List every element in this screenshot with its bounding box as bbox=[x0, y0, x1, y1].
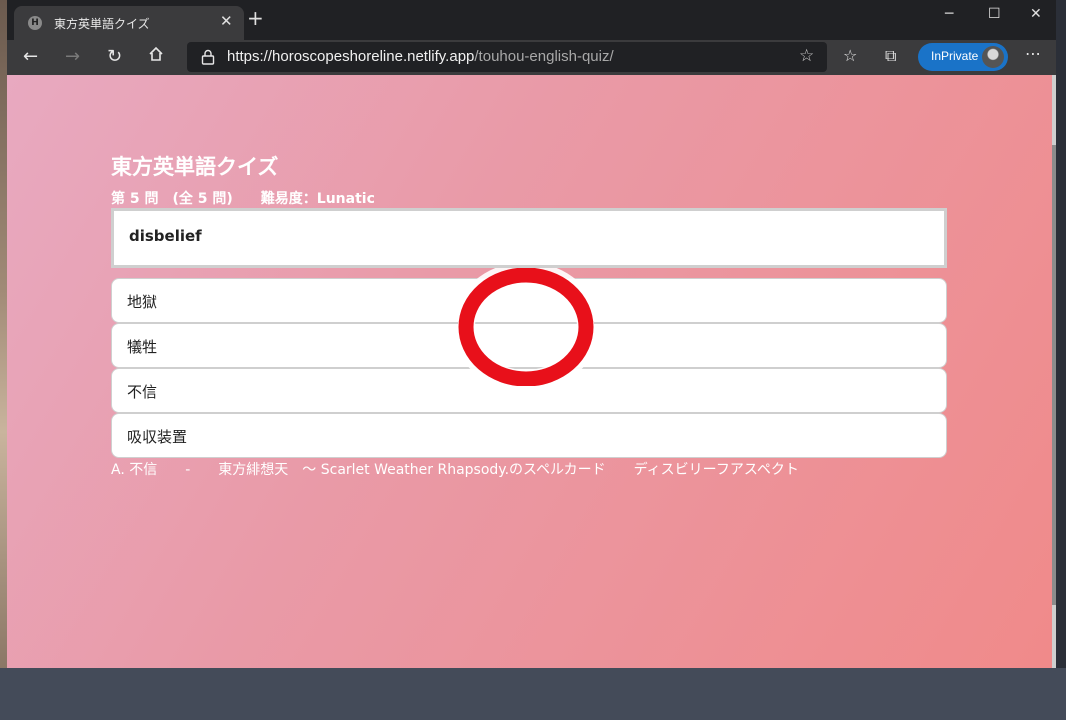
choice-label: 吸収装置 bbox=[127, 428, 188, 446]
title-bar: H 東方英単語クイズ ✕ + ─ ☐ ✕ bbox=[7, 0, 1056, 40]
question-word-box: disbelief bbox=[111, 208, 947, 268]
forward-icon[interactable]: → bbox=[65, 46, 80, 68]
home-icon[interactable] bbox=[147, 45, 165, 69]
answer-explanation: A. 不信 - 東方緋想天 ～ Scarlet Weather Rhapsody… bbox=[111, 462, 799, 478]
close-tab-icon[interactable]: ✕ bbox=[220, 12, 233, 30]
choice-label: 不信 bbox=[127, 383, 158, 401]
inprivate-label: InPrivate bbox=[931, 49, 979, 63]
desktop-edge bbox=[1056, 0, 1066, 668]
quiz-title: 東方英単語クイズ bbox=[111, 155, 279, 179]
url-text: https://horoscopeshoreline.netlify.app/t… bbox=[227, 48, 614, 65]
site-favicon-icon: H bbox=[28, 16, 42, 30]
maximize-icon[interactable]: ☐ bbox=[988, 6, 1001, 22]
page-content: 東方英単語クイズ 第 5 問 (全 5 問) 難易度：Lunatic disbe… bbox=[7, 75, 1052, 668]
new-tab-icon[interactable]: + bbox=[247, 8, 264, 28]
question-word: disbelief bbox=[129, 227, 202, 245]
inprivate-button[interactable]: InPrivate bbox=[918, 43, 1008, 71]
browser-window: H 東方英単語クイズ ✕ + ─ ☐ ✕ ← → ↻ https://horos… bbox=[7, 0, 1056, 668]
choice-label: 地獄 bbox=[127, 293, 158, 311]
url-path: /touhou-english-quiz/ bbox=[474, 48, 614, 65]
address-bar[interactable]: https://horoscopeshoreline.netlify.app/t… bbox=[187, 42, 827, 72]
url-host: https://horoscopeshoreline.netlify.app bbox=[227, 48, 475, 65]
favorites-icon[interactable]: ☆ bbox=[843, 46, 857, 65]
back-icon[interactable]: ← bbox=[23, 46, 38, 68]
minimize-icon[interactable]: ─ bbox=[945, 6, 953, 22]
close-window-icon[interactable]: ✕ bbox=[1030, 6, 1042, 22]
collections-icon[interactable]: ⧉ bbox=[885, 46, 896, 66]
question-info: 第 5 問 (全 5 問) 難易度：Lunatic bbox=[111, 191, 375, 207]
favorite-star-icon[interactable]: ☆ bbox=[799, 46, 814, 66]
correct-circle-icon bbox=[458, 268, 594, 386]
browser-tab[interactable]: H 東方英単語クイズ ✕ bbox=[14, 6, 244, 40]
choice-label: 犠牲 bbox=[127, 338, 158, 356]
scrollbar-thumb[interactable] bbox=[1052, 145, 1056, 605]
choice-button-4[interactable]: 吸収装置 bbox=[111, 413, 947, 458]
tab-title: 東方英単語クイズ bbox=[54, 17, 150, 31]
taskbar-area bbox=[0, 668, 1066, 720]
more-options-icon[interactable]: ⋯ bbox=[1025, 44, 1041, 63]
lock-icon bbox=[201, 49, 215, 65]
profile-avatar-icon bbox=[982, 46, 1004, 68]
refresh-icon[interactable]: ↻ bbox=[107, 46, 122, 68]
page-scrollbar[interactable] bbox=[1052, 75, 1056, 668]
browser-toolbar: ← → ↻ https://horoscopeshoreline.netlify… bbox=[7, 40, 1056, 75]
